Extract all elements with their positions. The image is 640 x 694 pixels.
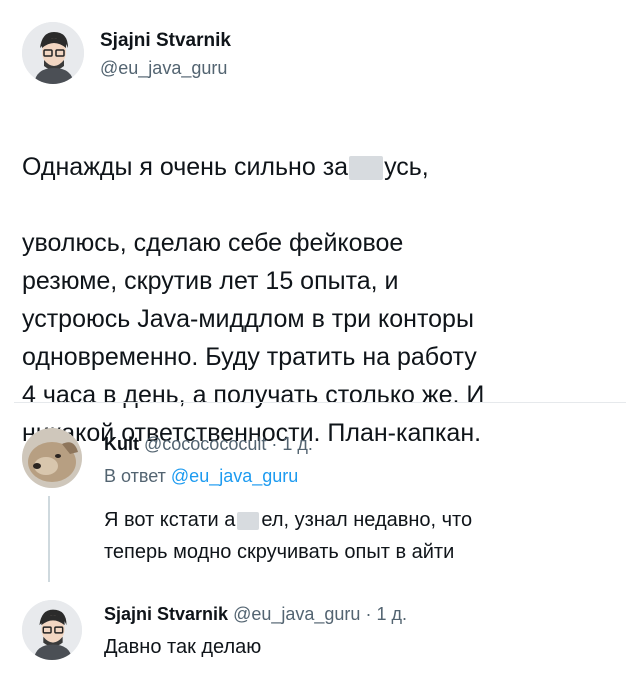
tweet-text-body: уволюсь, сделаю себе фейковое резюме, ск… [22,229,485,447]
reply-to-handle[interactable]: @eu_java_guru [171,466,298,486]
censor-block [349,156,384,181]
avatar-illustration-icon [22,600,82,660]
reply-avatar-author[interactable] [22,600,82,660]
reply-author-handle[interactable]: @eu_java_guru [233,604,360,624]
thread-connector-line [48,496,50,582]
reply-to-prefix: В ответ [104,466,166,486]
reply-author-name[interactable]: Sjajni Stvarnik [104,604,228,624]
reply-author-name[interactable]: Kult [104,434,139,454]
reply-to-line: В ответ @eu_java_guru [104,466,298,487]
reply-time[interactable]: 1 д. [376,604,407,624]
tweet-text-line1: Однажды я очень сильно за усь, [22,148,622,186]
reply-header: Sjajni Stvarnik @eu_java_guru · 1 д. [104,604,407,625]
reply-text-fragment: ел, узнал недавно, что [261,509,473,531]
author-avatar[interactable] [22,22,84,84]
reply-header: Kult @cococococult · 1 д. [104,434,313,455]
tweet-text: Однажды я очень сильно за усь, уволюсь, с… [22,110,622,490]
reply-text-fragment: Я вот кстати а [104,509,236,531]
censor-block [237,511,260,530]
dog-avatar-icon [22,428,82,488]
author-name[interactable]: Sjajni Stvarnik [100,30,231,52]
reply-text: Я вот кстати а ел, узнал недавно, что теп… [104,504,472,568]
reply-author-handle[interactable]: @cococococult [144,434,266,454]
tweet-text-fragment: усь, [384,153,429,181]
author-handle[interactable]: @eu_java_guru [100,58,227,79]
tweet-text-fragment: Однажды я очень сильно за [22,153,349,181]
reply-text-line2: теперь модно скручивать опыт в айти [104,541,455,563]
reply-time[interactable]: 1 д. [282,434,313,454]
section-divider [14,402,626,403]
reply-text: Давно так делаю [104,636,262,658]
reply-text-line1: Я вот кстати а ел, узнал недавно, что [104,504,472,536]
meta-separator: · [365,604,372,624]
meta-separator: · [271,434,278,454]
reply-avatar-kult[interactable] [22,428,82,488]
avatar-illustration-icon [22,22,84,84]
